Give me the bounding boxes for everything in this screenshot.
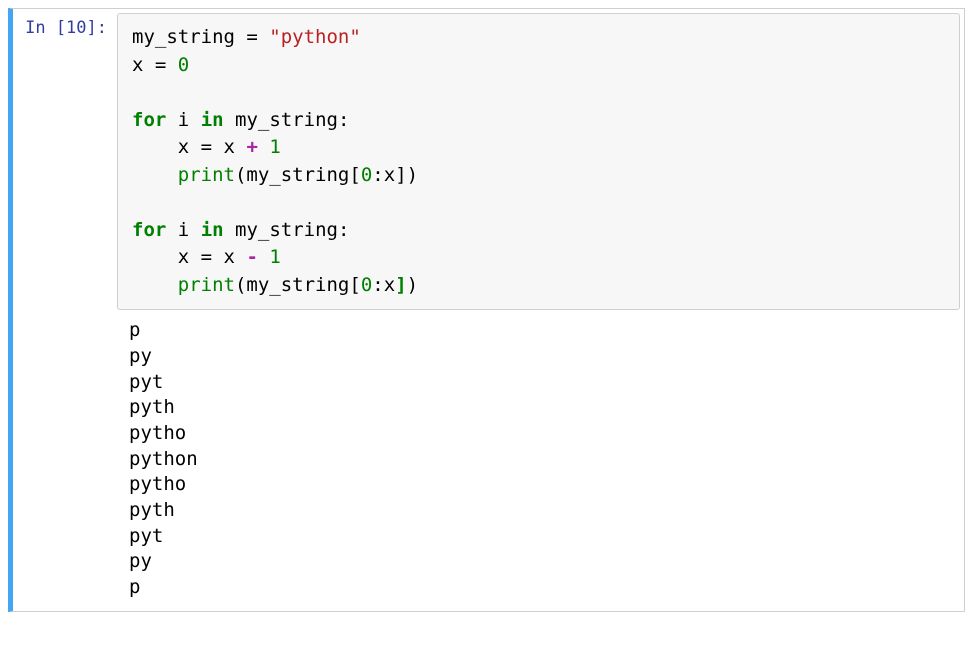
code-token: "python": [269, 26, 361, 48]
code-token: 1: [269, 246, 280, 268]
code-token: [224, 109, 235, 131]
output-line: p: [129, 576, 140, 598]
code-token: -: [246, 246, 257, 268]
code-input[interactable]: my_string = "python" x = 0 for i in my_s…: [117, 13, 960, 310]
code-token: [: [349, 274, 360, 296]
code-token: x: [384, 164, 395, 186]
output-line: pyth: [129, 396, 175, 418]
code-token: [258, 246, 269, 268]
code-token: [235, 246, 246, 268]
code-token: :: [372, 274, 383, 296]
code-token: [132, 164, 178, 186]
code-token: (: [235, 164, 246, 186]
code-token: [166, 219, 177, 241]
code-token: :: [372, 164, 383, 186]
code-token: i: [178, 219, 189, 241]
code-token: =: [143, 54, 177, 76]
code-token: [132, 274, 178, 296]
code-token: print: [178, 274, 235, 296]
code-token: my_string: [235, 219, 338, 241]
output-line: pyt: [129, 371, 163, 393]
code-token: ): [407, 274, 418, 296]
code-token: x: [178, 136, 189, 158]
code-token: =: [189, 136, 223, 158]
code-token: [132, 246, 178, 268]
code-token: +: [246, 136, 257, 158]
code-token: [132, 136, 178, 158]
code-token: x: [132, 54, 143, 76]
cell-prompt: In [10]:: [13, 9, 113, 611]
output-line: pytho: [129, 473, 186, 495]
code-token: x: [384, 274, 395, 296]
code-token: in: [201, 219, 224, 241]
code-token: 0: [361, 164, 372, 186]
code-token: my_string: [246, 164, 349, 186]
code-token: print: [178, 164, 235, 186]
code-token: 0: [361, 274, 372, 296]
output-line: py: [129, 345, 152, 367]
code-token: [258, 136, 269, 158]
code-token: i: [178, 109, 189, 131]
code-token: [189, 219, 200, 241]
code-token: for: [132, 219, 166, 241]
output-line: pyth: [129, 499, 175, 521]
code-token: [166, 109, 177, 131]
output-line: py: [129, 550, 152, 572]
code-token: my_string: [235, 109, 338, 131]
code-token: my_string: [132, 26, 235, 48]
code-token: (: [235, 274, 246, 296]
output-line: pytho: [129, 422, 186, 444]
output-line: python: [129, 448, 198, 470]
code-token: x: [224, 136, 235, 158]
code-token: ): [407, 164, 418, 186]
code-token: =: [235, 26, 269, 48]
code-token: 1: [269, 136, 280, 158]
code-token: [235, 136, 246, 158]
code-token: [189, 109, 200, 131]
code-token: for: [132, 109, 166, 131]
code-token: [224, 219, 235, 241]
code-token: ]: [395, 164, 406, 186]
code-token: :: [338, 109, 349, 131]
output-line: pyt: [129, 525, 163, 547]
code-token: [: [349, 164, 360, 186]
code-token: in: [201, 109, 224, 131]
code-token: my_string: [246, 274, 349, 296]
code-token: =: [189, 246, 223, 268]
cell-body: my_string = "python" x = 0 for i in my_s…: [113, 9, 964, 611]
code-token: ]: [395, 274, 406, 296]
notebook-cell: In [10]: my_string = "python" x = 0 for …: [8, 8, 965, 612]
code-token: x: [224, 246, 235, 268]
cell-output: p py pyt pyth pytho python pytho pyth py…: [115, 310, 962, 600]
code-token: :: [338, 219, 349, 241]
code-token: 0: [178, 54, 189, 76]
output-line: p: [129, 319, 140, 341]
code-token: x: [178, 246, 189, 268]
